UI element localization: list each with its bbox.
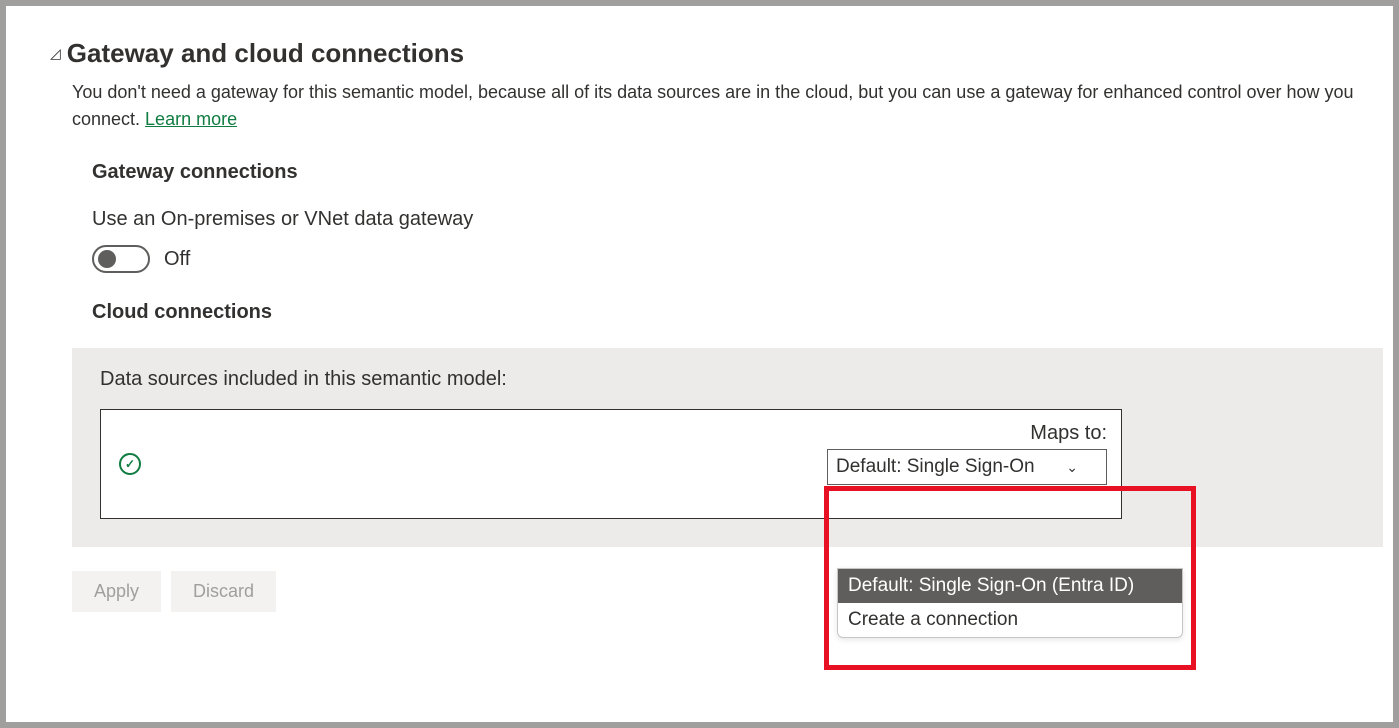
maps-to-dropdown[interactable]: Default: Single Sign-On ⌄	[827, 449, 1107, 485]
section-title: Gateway and cloud connections	[67, 38, 464, 69]
gateway-toggle[interactable]	[92, 245, 150, 273]
toggle-knob-icon	[98, 250, 116, 268]
gateway-toggle-label: Use an On-premises or VNet data gateway	[92, 208, 1383, 231]
chevron-down-icon: ⌄	[1066, 459, 1078, 476]
discard-button[interactable]: Discard	[171, 571, 276, 612]
check-circle-icon: ✓	[119, 453, 141, 475]
cloud-panel: Data sources included in this semantic m…	[72, 348, 1383, 547]
gateway-connections-title: Gateway connections	[92, 161, 1383, 184]
collapse-icon[interactable]: ◿	[50, 45, 61, 62]
dropdown-option-create[interactable]: Create a connection	[838, 603, 1182, 637]
cloud-connections-title: Cloud connections	[92, 301, 1383, 324]
data-source-row: ✓ Maps to: Default: Single Sign-On ⌄	[100, 409, 1122, 519]
maps-to-label: Maps to:	[1030, 422, 1107, 445]
dropdown-option-sso[interactable]: Default: Single Sign-On (Entra ID)	[838, 569, 1182, 603]
section-description: You don't need a gateway for this semant…	[72, 79, 1383, 133]
dropdown-selected-value: Default: Single Sign-On	[836, 456, 1035, 478]
gateway-toggle-state: Off	[164, 248, 190, 271]
learn-more-link[interactable]: Learn more	[145, 109, 237, 129]
maps-to-dropdown-menu: Default: Single Sign-On (Entra ID) Creat…	[837, 568, 1183, 638]
data-sources-label: Data sources included in this semantic m…	[100, 368, 1355, 391]
apply-button[interactable]: Apply	[72, 571, 161, 612]
description-text: You don't need a gateway for this semant…	[72, 82, 1354, 129]
